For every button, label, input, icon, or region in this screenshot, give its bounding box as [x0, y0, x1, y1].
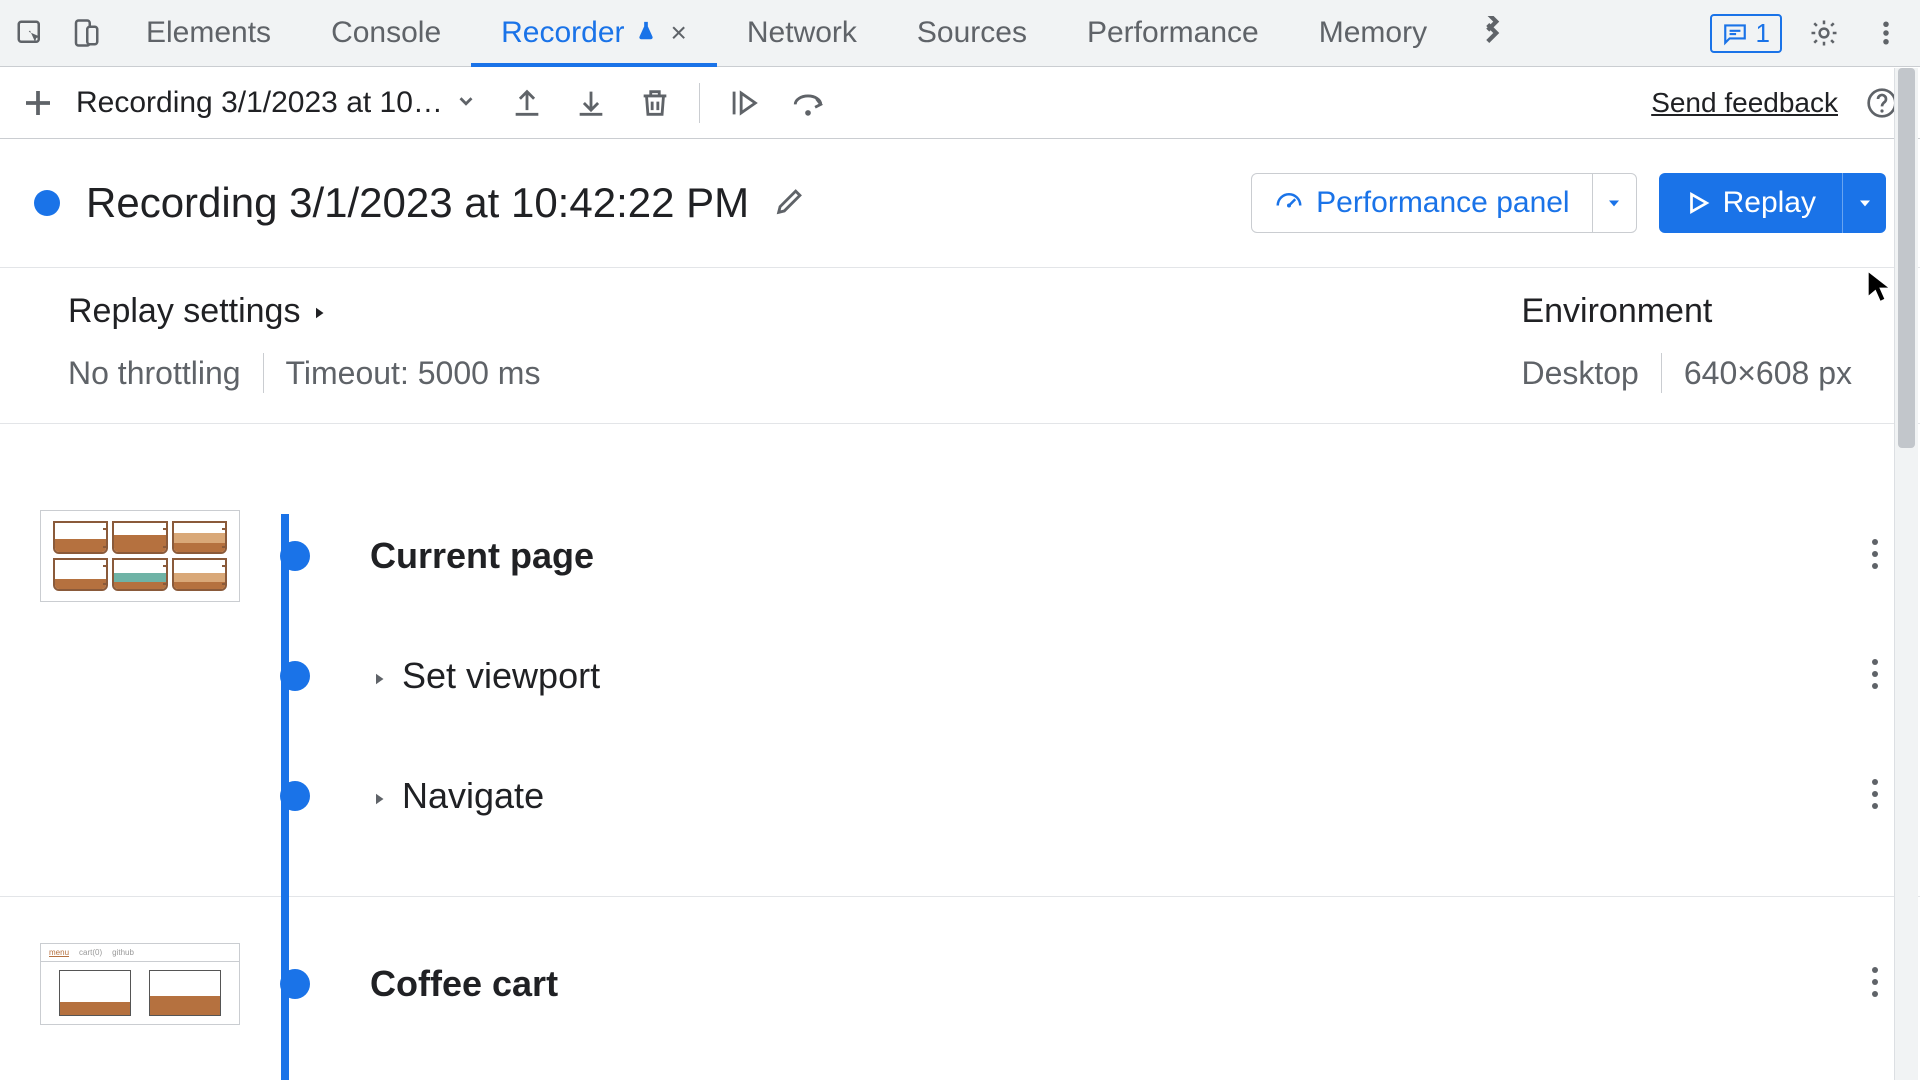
step-thumbnail	[40, 510, 240, 602]
replay-dropdown[interactable]	[1842, 173, 1886, 233]
issues-badge[interactable]: 1	[1710, 14, 1782, 53]
step-title: Coffee cart	[370, 963, 558, 1005]
tab-label: Performance	[1087, 16, 1259, 50]
recording-selector[interactable]: Recording 3/1/2023 at 10…	[76, 86, 477, 120]
recorder-toolbar-actions	[507, 83, 828, 123]
timeline-node	[280, 661, 310, 691]
separator	[699, 83, 700, 123]
step-kebab-icon[interactable]	[1870, 778, 1880, 815]
more-tabs-icon[interactable]	[1457, 0, 1527, 66]
new-recording-button[interactable]	[18, 83, 58, 123]
flask-icon	[635, 16, 657, 50]
replay-settings-toggle[interactable]: Replay settings	[68, 292, 540, 331]
vertical-scrollbar[interactable]	[1894, 68, 1918, 1080]
triangle-right-icon[interactable]	[370, 655, 388, 697]
step-title: Set viewport	[370, 655, 600, 697]
tab-sources[interactable]: Sources	[887, 0, 1057, 66]
replay-settings-values: No throttling Timeout: 5000 ms	[68, 353, 540, 393]
performance-panel-dropdown[interactable]	[1592, 174, 1636, 232]
tab-performance[interactable]: Performance	[1057, 0, 1289, 66]
throttling-value: No throttling	[68, 355, 241, 392]
timeline-connector	[281, 514, 289, 974]
settings-gear-icon[interactable]	[1804, 13, 1844, 53]
inspect-element-icon[interactable]	[10, 13, 50, 53]
settings-environment-row: Replay settings No throttling Timeout: 5…	[0, 268, 1920, 424]
tab-label: Elements	[146, 16, 271, 50]
environment-viewport: 640×608 px	[1684, 355, 1852, 392]
tab-label: Console	[331, 16, 441, 50]
issues-count: 1	[1756, 18, 1770, 49]
performance-panel-label: Performance panel	[1316, 186, 1569, 220]
tab-recorder[interactable]: Recorder ×	[471, 0, 717, 66]
timeline-node	[280, 541, 310, 571]
separator	[263, 353, 264, 393]
tab-memory[interactable]: Memory	[1289, 0, 1457, 66]
tabstrip-leading-icons	[0, 0, 116, 66]
replay-label: Replay	[1723, 186, 1816, 220]
step-replay-icon[interactable]	[724, 83, 764, 123]
tab-label: Sources	[917, 16, 1027, 50]
close-tab-icon[interactable]: ×	[671, 17, 687, 49]
tab-label: Network	[747, 16, 857, 50]
step-kebab-icon[interactable]	[1870, 966, 1880, 1003]
edit-title-icon[interactable]	[773, 184, 807, 223]
steps-timeline: Current page Set viewport Navigate	[0, 424, 1920, 1065]
scrollbar-thumb[interactable]	[1898, 68, 1915, 448]
replay-main[interactable]: Replay	[1659, 173, 1842, 233]
performance-panel-button[interactable]: Performance panel	[1251, 173, 1636, 233]
triangle-right-icon[interactable]	[370, 775, 388, 817]
chevron-down-icon	[455, 86, 477, 120]
replay-button[interactable]: Replay	[1659, 173, 1886, 233]
recording-selector-label: Recording 3/1/2023 at 10…	[76, 86, 443, 120]
step-thumbnail: menucart(0)github	[40, 943, 240, 1025]
step-kebab-icon[interactable]	[1870, 538, 1880, 575]
export-recording-icon[interactable]	[507, 83, 547, 123]
tab-console[interactable]: Console	[301, 0, 471, 66]
environment-label: Environment	[1521, 292, 1712, 331]
replay-settings-label: Replay settings	[68, 292, 300, 331]
tab-label: Recorder	[501, 16, 624, 50]
environment-info: Environment Desktop 640×608 px	[1521, 292, 1852, 393]
device-toolbar-icon[interactable]	[66, 13, 106, 53]
tab-label: Memory	[1319, 16, 1427, 50]
performance-panel-main[interactable]: Performance panel	[1252, 186, 1591, 220]
send-feedback-link[interactable]: Send feedback	[1651, 87, 1838, 119]
step-title-text: Current page	[370, 535, 594, 577]
step-title-text: Coffee cart	[370, 963, 558, 1005]
triangle-right-icon	[310, 292, 328, 331]
step-kebab-icon[interactable]	[1870, 658, 1880, 695]
recording-title: Recording 3/1/2023 at 10:42:22 PM	[86, 179, 749, 227]
recording-status-dot	[34, 190, 60, 216]
recording-header: Recording 3/1/2023 at 10:42:22 PM Perfor…	[0, 139, 1920, 268]
kebab-menu-icon[interactable]	[1866, 13, 1906, 53]
tab-network[interactable]: Network	[717, 0, 887, 66]
import-recording-icon[interactable]	[571, 83, 611, 123]
step-over-icon[interactable]	[788, 83, 828, 123]
replay-settings: Replay settings No throttling Timeout: 5…	[68, 292, 540, 393]
panel-tabs: Elements Console Recorder × Network Sour…	[116, 0, 1527, 66]
step-title: Navigate	[370, 775, 544, 817]
timeline-connector	[281, 937, 289, 1080]
timeline-node	[280, 781, 310, 811]
delete-recording-icon[interactable]	[635, 83, 675, 123]
timeout-value: Timeout: 5000 ms	[286, 355, 541, 392]
tab-elements[interactable]: Elements	[116, 0, 301, 66]
step-title-text: Navigate	[402, 775, 544, 817]
separator	[1661, 353, 1662, 393]
timeline-node	[280, 969, 310, 999]
step-title: Current page	[370, 535, 594, 577]
recorder-toolbar: Recording 3/1/2023 at 10… Send feedback	[0, 67, 1920, 139]
devtools-tabstrip: Elements Console Recorder × Network Sour…	[0, 0, 1920, 67]
step-group: Current page Set viewport Navigate	[0, 496, 1920, 897]
mouse-cursor	[1866, 270, 1892, 309]
step-title-text: Set viewport	[402, 655, 600, 697]
environment-device: Desktop	[1521, 355, 1638, 392]
tabstrip-trailing: 1	[1710, 0, 1920, 66]
